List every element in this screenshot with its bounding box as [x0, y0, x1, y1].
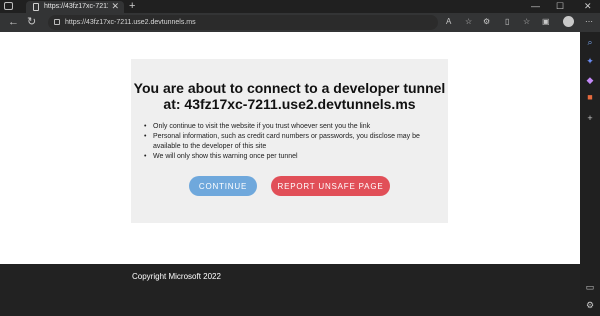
report-unsafe-page-button[interactable]: REPORT UNSAFE PAGE — [271, 176, 390, 196]
add-icon[interactable]: + — [585, 113, 595, 123]
warning-list: Only continue to visit the website if yo… — [143, 122, 443, 162]
warning-bullet: Only continue to visit the website if yo… — [143, 122, 443, 132]
tab-actions-icon[interactable] — [4, 2, 13, 10]
copilot-icon[interactable]: ✦ — [585, 56, 595, 66]
tab-strip: https://43fz17xc-7211.use2.devtu ✕ + — ☐… — [0, 0, 600, 13]
tab-active[interactable]: https://43fz17xc-7211.use2.devtu ✕ — [26, 1, 124, 13]
layout-icon[interactable]: ▭ — [585, 282, 595, 292]
search-icon[interactable]: ⌕ — [585, 37, 595, 47]
warning-title-line2: at: 43fz17xc-7211.use2.devtunnels.ms — [163, 96, 416, 112]
shopping-icon[interactable]: ◆ — [585, 75, 595, 85]
collections-icon[interactable]: ▣ — [542, 16, 550, 28]
address-bar[interactable]: https://43fz17xc-7211.use2.devtunnels.ms — [48, 15, 438, 30]
tab-title: https://43fz17xc-7211.use2.devtu — [44, 3, 108, 10]
warning-bullet: We will only show this warning once per … — [143, 152, 443, 162]
lock-icon[interactable] — [54, 19, 60, 25]
extensions-icon[interactable]: ⚙ — [483, 16, 490, 28]
warning-title: You are about to connect to a developer … — [131, 80, 448, 112]
warning-title-line1: You are about to connect to a developer … — [133, 80, 446, 96]
favorites-icon[interactable]: ☆ — [523, 16, 530, 28]
footer: Copyright Microsoft 2022 — [0, 264, 580, 316]
split-screen-icon[interactable]: ▯ — [505, 16, 509, 28]
more-icon[interactable]: ⋯ — [585, 16, 593, 28]
page-content: You are about to connect to a developer … — [0, 32, 580, 264]
warning-bullet: Personal information, such as credit car… — [143, 132, 443, 152]
settings-icon[interactable]: ⚙ — [585, 300, 595, 310]
close-window-button[interactable]: ✕ — [584, 0, 592, 12]
back-button[interactable]: ← — [8, 15, 19, 29]
browser-toolbar: ← ↻ https://43fz17xc-7211.use2.devtunnel… — [0, 13, 600, 32]
read-aloud-icon[interactable]: A — [446, 16, 451, 28]
profile-icon[interactable] — [563, 16, 574, 27]
copyright-text: Copyright Microsoft 2022 — [132, 272, 221, 281]
refresh-button[interactable]: ↻ — [27, 15, 36, 29]
tab-close-icon[interactable]: ✕ — [111, 1, 119, 12]
address-url: https://43fz17xc-7211.use2.devtunnels.ms — [65, 19, 196, 26]
warning-card: You are about to connect to a developer … — [131, 59, 448, 223]
maximize-button[interactable]: ☐ — [556, 0, 564, 12]
page-icon — [33, 3, 39, 11]
office-icon[interactable]: ■ — [585, 92, 595, 102]
new-tab-button[interactable]: + — [129, 0, 135, 12]
continue-button[interactable]: CONTINUE — [189, 176, 257, 196]
browser-sidebar: ⌕ ✦ ◆ ■ + ▭ ⚙ — [580, 32, 600, 316]
favorites-add-icon[interactable]: ☆ — [465, 16, 472, 28]
minimize-button[interactable]: — — [531, 0, 540, 12]
